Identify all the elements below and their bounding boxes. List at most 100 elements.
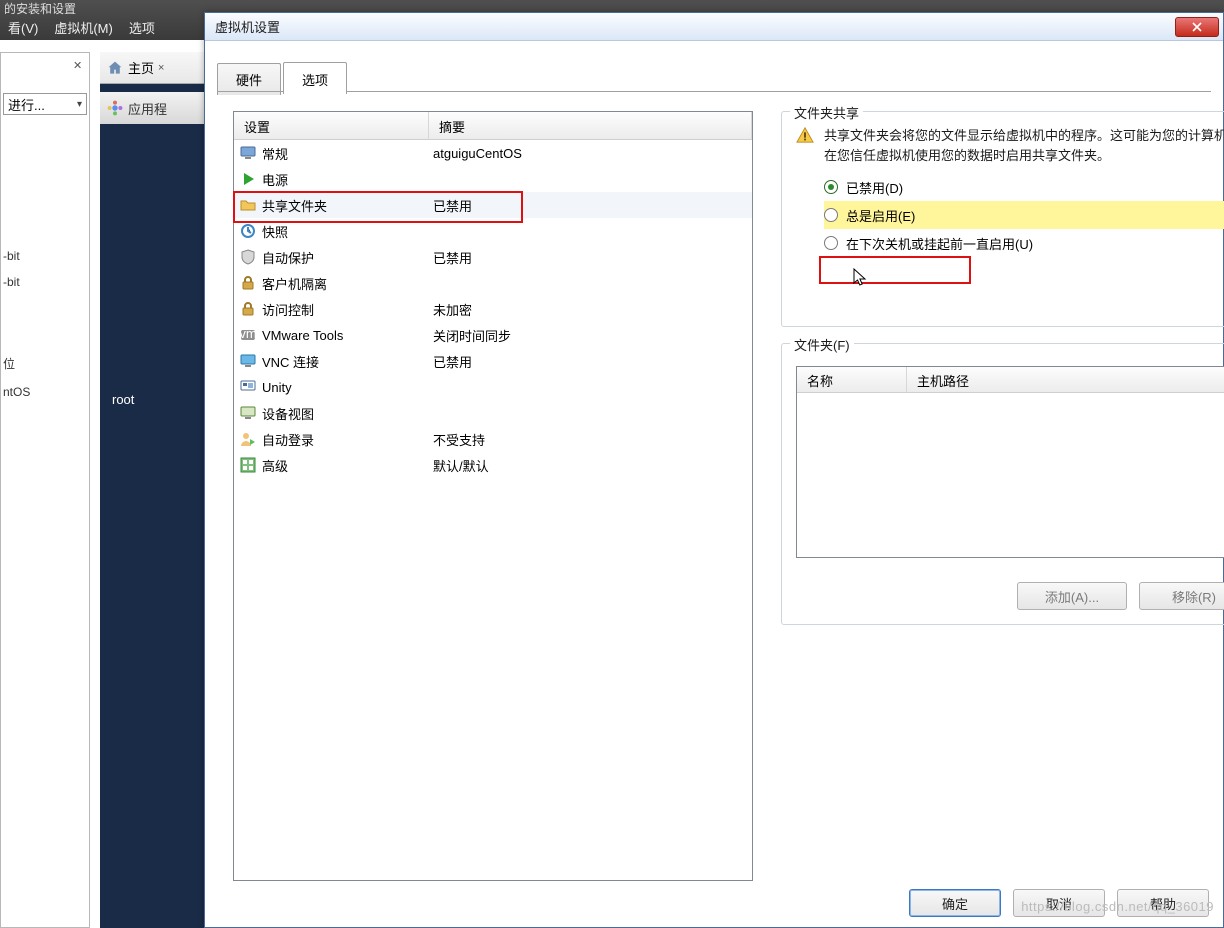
settings-row-summary: 已禁用 [429, 352, 752, 371]
settings-row-快照[interactable]: 快照 [234, 218, 752, 244]
settings-row-summary: 未加密 [429, 300, 752, 319]
radio-icon [824, 208, 838, 222]
settings-row-客户机隔离[interactable]: 客户机隔离 [234, 270, 752, 296]
library-item[interactable]: -bit [3, 275, 20, 289]
settings-row-summary: 关闭时间同步 [429, 326, 752, 345]
settings-row-label: 高级 [262, 456, 288, 475]
help-button[interactable]: 帮助 [1117, 889, 1209, 917]
library-pane: ✕ 进行... ▾ -bit -bit 位 ntOS [0, 52, 90, 928]
close-icon [1191, 22, 1203, 32]
settings-row-label: Unity [262, 380, 292, 395]
group-folder-sharing: 文件夹共享 共享文件夹会将您的文件显示给虚拟机中的程序。这可能为您的计算机和数据… [781, 111, 1224, 327]
settings-row-label: 共享文件夹 [262, 196, 327, 215]
settings-row-summary: 已禁用 [429, 248, 752, 267]
add-folder-button[interactable]: 添加(A)... [1017, 582, 1127, 610]
lock-icon [240, 301, 256, 317]
folders-col-path: 主机路径 [907, 367, 1224, 392]
col-setting: 设置 [234, 112, 429, 139]
menu-vm[interactable]: 虚拟机(M) [48, 16, 119, 39]
menu-options[interactable]: 选项 [123, 16, 161, 39]
unity-icon [240, 379, 256, 395]
settings-row-高级[interactable]: 高级 默认/默认 [234, 452, 752, 478]
svg-text:vm: vm [240, 327, 256, 341]
cancel-button[interactable]: 取消 [1013, 889, 1105, 917]
settings-row-label: 客户机隔离 [262, 274, 327, 293]
library-item[interactable]: 位 [3, 355, 15, 372]
tab-options[interactable]: 选项 [283, 62, 347, 94]
workspace-tabs: 主页 × [100, 52, 204, 84]
settings-row-自动登录[interactable]: 自动登录 不受支持 [234, 426, 752, 452]
close-button[interactable] [1175, 17, 1219, 37]
settings-row-label: VMware Tools [262, 328, 343, 343]
locknet-icon [240, 275, 256, 291]
dialog-titlebar: 虚拟机设置 [205, 13, 1223, 41]
radio-icon [824, 180, 838, 194]
settings-row-共享文件夹[interactable]: 共享文件夹已禁用 [234, 192, 752, 218]
settings-row-summary: 默认/默认 [429, 456, 752, 475]
home-icon [106, 60, 124, 76]
vm-settings-dialog: 虚拟机设置 硬件 选项 设置 摘要 常规atguiguCentOS电源共享文件夹… [204, 12, 1224, 928]
ok-button[interactable]: 确定 [909, 889, 1001, 917]
settings-row-VNC 连接[interactable]: VNC 连接 已禁用 [234, 348, 752, 374]
devview-icon [240, 405, 256, 421]
settings-row-Unity[interactable]: Unity [234, 374, 752, 400]
folder-icon [240, 197, 256, 213]
warning-icon [796, 126, 814, 144]
group-folder-sharing-title: 文件夹共享 [790, 103, 863, 122]
home-tab[interactable]: 主页 [128, 58, 154, 77]
library-filter-label: 进行... [8, 95, 45, 114]
close-icon[interactable]: × [158, 62, 164, 74]
menu-view[interactable]: 看(V) [2, 16, 44, 39]
settings-row-访问控制[interactable]: 访问控制 未加密 [234, 296, 752, 322]
apps-icon [106, 99, 124, 117]
vm-console-strip: 主页 × 应用程 root [100, 52, 204, 928]
radio-until-label: 在下次关机或挂起前一直启用(U) [846, 234, 1033, 253]
vnc-icon [240, 353, 256, 369]
monitor-icon [240, 145, 256, 161]
settings-row-VMware Tools[interactable]: vm VMware Tools 关闭时间同步 [234, 322, 752, 348]
radio-disabled-label: 已禁用(D) [846, 178, 903, 197]
settings-row-label: VNC 连接 [262, 352, 319, 371]
close-icon[interactable]: ✕ [73, 57, 85, 69]
settings-row-label: 常规 [262, 144, 288, 163]
radio-always-label: 总是启用(E) [846, 206, 915, 225]
shield-icon [240, 249, 256, 265]
library-item[interactable]: ntOS [3, 385, 30, 399]
folders-table: 名称 主机路径 [796, 366, 1224, 558]
settings-row-电源[interactable]: 电源 [234, 166, 752, 192]
library-item[interactable]: -bit [3, 249, 20, 263]
settings-row-常规[interactable]: 常规 atguiguCentOS [234, 140, 752, 166]
settings-row-label: 自动登录 [262, 430, 314, 449]
advanced-icon [240, 457, 256, 473]
radio-disabled[interactable]: 已禁用(D) [824, 173, 1224, 201]
guest-appbar-label: 应用程 [128, 99, 167, 118]
settings-row-label: 访问控制 [262, 300, 314, 319]
col-summary: 摘要 [429, 112, 752, 139]
settings-row-summary: atguiguCentOS [429, 146, 752, 161]
library-filter[interactable]: 进行... ▾ [3, 93, 87, 115]
group-folders-title: 文件夹(F) [790, 335, 854, 354]
chevron-down-icon: ▾ [77, 99, 82, 110]
settings-row-label: 快照 [262, 222, 288, 241]
guest-desktop-label: root [112, 392, 134, 407]
radio-until-poweroff[interactable]: 在下次关机或挂起前一直启用(U) [824, 229, 1224, 257]
power-icon [240, 171, 256, 187]
settings-row-summary: 不受支持 [429, 430, 752, 449]
radio-always-enabled[interactable]: 总是启用(E) [824, 201, 1224, 229]
settings-list: 设置 摘要 常规atguiguCentOS电源共享文件夹已禁用快照自动保护已禁用… [233, 111, 753, 881]
group-folders: 文件夹(F) 名称 主机路径 添加(A)... 移除(R) 属性(P) [781, 343, 1224, 625]
folders-col-name: 名称 [797, 367, 907, 392]
guest-appbar: 应用程 [100, 92, 204, 124]
dialog-title: 虚拟机设置 [215, 17, 280, 36]
remove-folder-button[interactable]: 移除(R) [1139, 582, 1224, 610]
vmt-icon: vm [240, 327, 256, 343]
settings-row-label: 自动保护 [262, 248, 314, 267]
settings-row-设备视图[interactable]: 设备视图 [234, 400, 752, 426]
settings-row-label: 设备视图 [262, 404, 314, 423]
camera-icon [240, 223, 256, 239]
window-title-fragment: 的安装和设置 [0, 0, 76, 14]
autolog-icon [240, 431, 256, 447]
radio-icon [824, 236, 838, 250]
settings-row-自动保护[interactable]: 自动保护 已禁用 [234, 244, 752, 270]
settings-row-label: 电源 [262, 170, 288, 189]
